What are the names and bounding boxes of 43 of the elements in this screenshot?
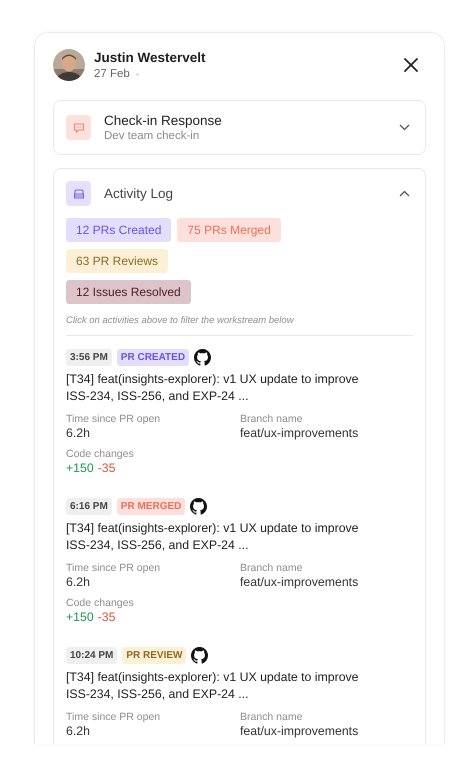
github-icon (190, 498, 208, 515)
field-value: 6.2h (66, 575, 91, 589)
activity-title: [T34] feat(insights-explorer): v1 UX update to improve ISS-234, ISS-256, and EXP-24 ... (66, 520, 360, 554)
filter-chip[interactable]: 75 PRs Merged (177, 218, 281, 242)
field-label: Time since PR open (66, 413, 162, 425)
field-label: Branch name (240, 711, 304, 723)
field-label: Branch name (240, 413, 304, 425)
field-label: Code changes (66, 448, 135, 460)
field-value: 6.2h (66, 426, 91, 440)
status-tag: PR REVIEW (122, 647, 186, 664)
filter-chip[interactable]: 12 Issues Resolved (66, 280, 191, 304)
lines-added: +150 (66, 461, 94, 475)
lines-added: +150 (66, 610, 94, 624)
lines-removed: -35 (98, 610, 116, 624)
github-icon (191, 647, 208, 664)
field-label: Time since PR open (66, 711, 162, 723)
user-name: Justin Westervelt (94, 50, 207, 65)
section-title: Activity Log (104, 186, 174, 201)
time-badge: 6:16 PM (66, 498, 112, 515)
field-value: feat/ux-improvements (240, 575, 360, 589)
hint-text: Click on activities above to filter the workstream below (66, 315, 295, 326)
lines-removed: -35 (98, 461, 116, 475)
activity-title: [T34] feat(insights-explorer): v1 UX update to improve ISS-234, ISS-256, and EXP-24 ... (66, 371, 360, 405)
field-value: feat/ux-improvements (240, 426, 360, 440)
field-label: Branch name (240, 562, 304, 574)
github-icon (194, 349, 212, 366)
time-badge: 10:24 PM (66, 647, 118, 664)
status-tag: PR CREATED (116, 349, 190, 366)
status-tag: PR MERGED (116, 498, 186, 515)
field-value: feat/ux-improvements (240, 724, 360, 738)
field-label: Time since PR open (66, 562, 162, 574)
date-text: 27 Feb (94, 68, 130, 80)
filter-chip[interactable]: 63 PR Reviews (66, 249, 168, 273)
separator-dot-icon (136, 72, 139, 76)
section-title: Check-in Response (104, 113, 223, 128)
section-subtitle: Dev team check-in (104, 130, 200, 142)
activity-title: [T34] feat(insights-explorer): v1 UX update to improve ISS-234, ISS-256, and EXP-24 ... (66, 669, 360, 703)
filter-chip[interactable]: 12 PRs Created (66, 218, 172, 242)
time-badge: 3:56 PM (66, 349, 112, 366)
field-label: Code changes (66, 597, 135, 609)
field-value: 6.2h (66, 724, 91, 738)
chat-icon (66, 115, 91, 140)
tray-icon (66, 181, 91, 206)
